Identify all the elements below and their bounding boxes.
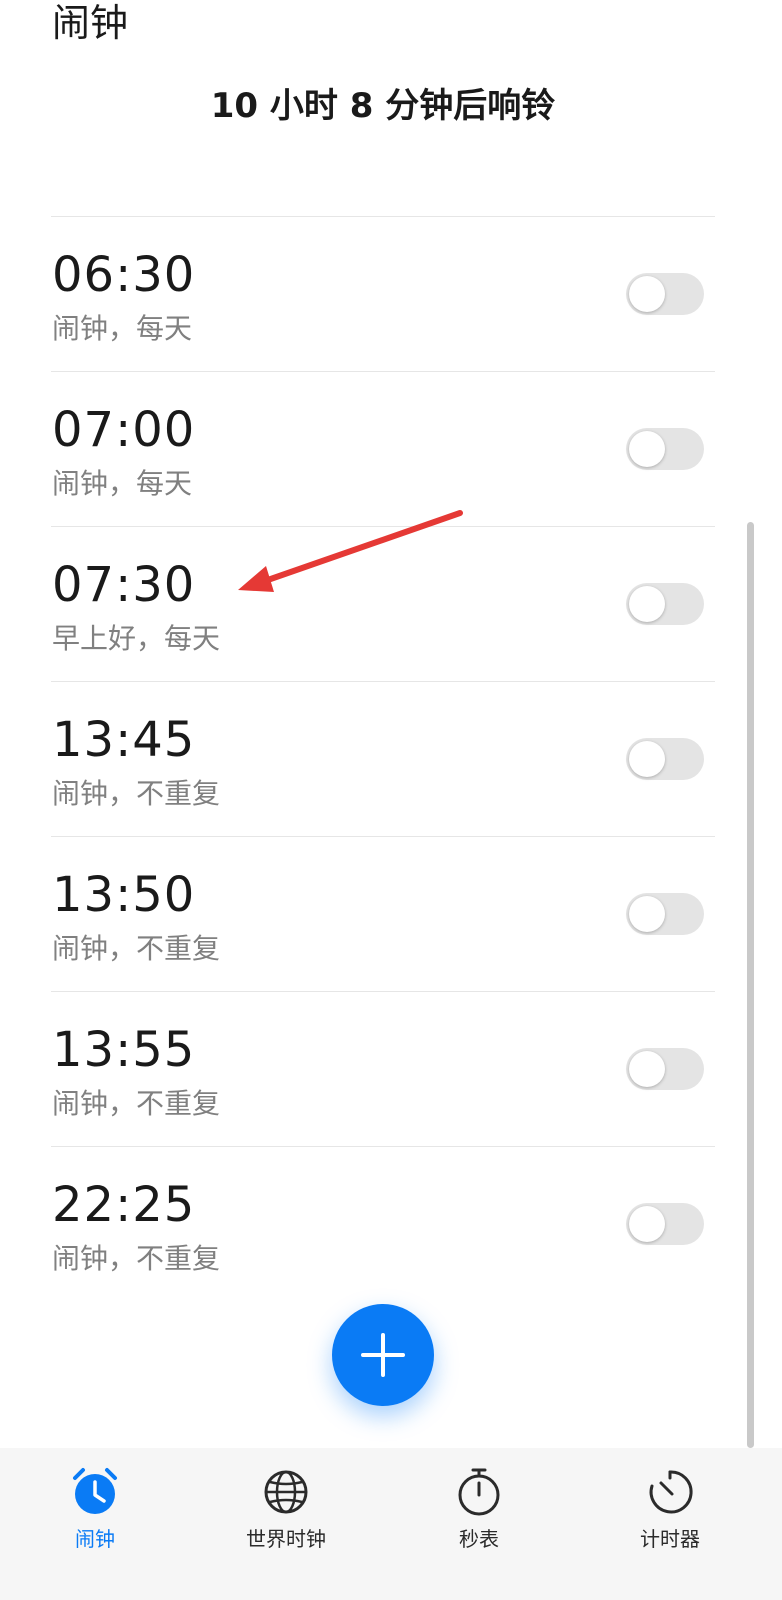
nav-label: 世界时钟 [246, 1527, 326, 1551]
alarm-time: 13:55 [52, 1022, 196, 1078]
alarm-time: 13:50 [52, 867, 196, 923]
alarm-toggle[interactable] [626, 583, 704, 625]
toggle-knob [629, 276, 665, 312]
alarm-list: 06:30 闹钟，每天 07:00 闹钟，每天 07:30 早上好，每天 13:… [51, 216, 715, 1301]
toggle-knob [629, 431, 665, 467]
alarm-toggle[interactable] [626, 273, 704, 315]
alarm-toggle[interactable] [626, 738, 704, 780]
nav-label: 计时器 [640, 1527, 700, 1551]
alarm-description: 闹钟，不重复 [52, 777, 221, 810]
alarm-time: 13:45 [52, 712, 196, 768]
bottom-nav: 闹钟 世界时钟 秒表 计时器 [0, 1448, 782, 1600]
alarm-toggle[interactable] [626, 893, 704, 935]
alarm-row-2225[interactable]: 22:25 闹钟，不重复 [51, 1147, 715, 1301]
timer-icon [649, 1470, 693, 1514]
alarm-row-0700[interactable]: 07:00 闹钟，每天 [51, 372, 715, 527]
alarm-time: 07:30 [52, 557, 196, 613]
alarm-row-1350[interactable]: 13:50 闹钟，不重复 [51, 837, 715, 992]
add-alarm-button[interactable] [332, 1304, 434, 1406]
toggle-knob [629, 896, 665, 932]
alarm-row-0630[interactable]: 06:30 闹钟，每天 [51, 217, 715, 372]
alarm-description: 闹钟，不重复 [52, 1242, 221, 1275]
alarm-row-0730[interactable]: 07:30 早上好，每天 [51, 527, 715, 682]
nav-item-world-clock[interactable]: 世界时钟 [216, 1466, 356, 1576]
toggle-knob [629, 586, 665, 622]
nav-label: 闹钟 [75, 1527, 115, 1551]
alarm-description: 闹钟，不重复 [52, 1087, 221, 1120]
alarm-time: 22:25 [52, 1177, 196, 1233]
nav-label: 秒表 [459, 1527, 499, 1551]
toggle-knob [629, 1051, 665, 1087]
page-title: 闹钟 [52, 1, 129, 45]
toggle-knob [629, 741, 665, 777]
alarm-toggle[interactable] [626, 428, 704, 470]
alarm-description: 闹钟，不重复 [52, 932, 221, 965]
alarm-clock-icon [73, 1468, 117, 1514]
alarm-description: 早上好，每天 [52, 622, 221, 655]
nav-item-stopwatch[interactable]: 秒表 [409, 1466, 549, 1576]
alarm-row-1355[interactable]: 13:55 闹钟，不重复 [51, 992, 715, 1147]
toggle-knob [629, 1206, 665, 1242]
scrollbar[interactable] [747, 522, 754, 1448]
alarm-description: 闹钟，每天 [52, 312, 193, 345]
clock-app: 闹钟 10 小时 8 分钟后响铃 06:30 闹钟，每天 07:00 闹钟，每天… [0, 0, 782, 1600]
alarm-toggle[interactable] [626, 1048, 704, 1090]
stopwatch-icon [458, 1468, 500, 1516]
alarm-time: 06:30 [52, 247, 196, 303]
nav-item-timer[interactable]: 计时器 [600, 1466, 740, 1576]
nav-item-alarm[interactable]: 闹钟 [25, 1466, 165, 1576]
alarm-description: 闹钟，每天 [52, 467, 193, 500]
alarm-row-1345[interactable]: 13:45 闹钟，不重复 [51, 682, 715, 837]
next-alarm-countdown: 10 小时 8 分钟后响铃 [210, 86, 556, 126]
alarm-time: 07:00 [52, 402, 196, 458]
plus-icon [361, 1333, 405, 1377]
globe-icon [264, 1470, 308, 1514]
alarm-toggle[interactable] [626, 1203, 704, 1245]
